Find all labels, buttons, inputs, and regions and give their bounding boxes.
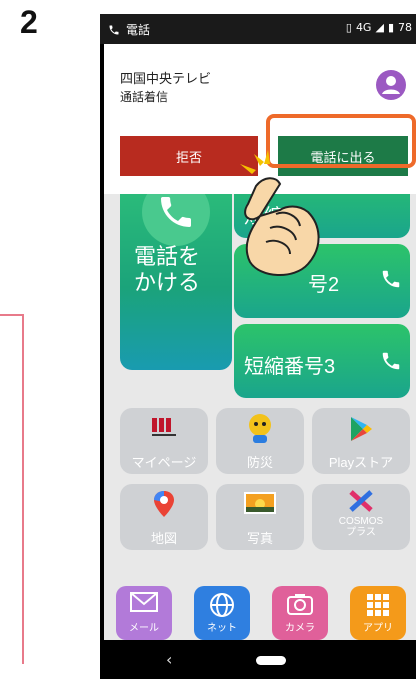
mascot-icon (249, 414, 271, 443)
navigation-bar: ‹ (100, 640, 416, 679)
mail-button[interactable]: メール (116, 586, 172, 640)
map-label: 地図 (150, 531, 177, 546)
apps-label: アプリ (363, 623, 393, 634)
phone-icon (382, 270, 400, 288)
battery-percent: 78 (398, 21, 412, 34)
map-tile[interactable]: 地図 (120, 484, 208, 550)
vibrate-icon: ▯ (345, 21, 352, 34)
step-number: 2 (20, 4, 38, 40)
phone-icon (382, 352, 400, 370)
call-tile[interactable]: 電話を かける (120, 164, 232, 370)
phone-icon (161, 197, 191, 227)
playstore-tile[interactable]: Playストア (312, 408, 410, 474)
camera-label: カメラ (285, 623, 315, 634)
speed-dial-3-label: 短縮番号3 (244, 356, 336, 378)
person-icon (382, 76, 400, 94)
phone-status-icon (109, 25, 119, 34)
signal-icon: ◢ (375, 21, 384, 34)
call-status: 通話着信 (120, 90, 169, 104)
caller-name: 四国中央テレビ (120, 72, 212, 87)
playstore-label: Playストア (328, 455, 394, 470)
call-tile-label: 電話を かける (134, 244, 201, 295)
cosmos-logo-icon (349, 490, 373, 512)
mypage-logo-icon (152, 418, 176, 436)
mypage-tile[interactable]: マイページ (120, 408, 208, 474)
avatar (376, 70, 406, 100)
mail-icon (130, 592, 158, 612)
back-icon[interactable]: ‹ (166, 650, 172, 669)
mail-label: メール (129, 623, 159, 634)
net-button[interactable]: ネット (194, 586, 250, 640)
camera-button[interactable]: カメラ (272, 586, 328, 640)
pointing-hand-icon (240, 150, 320, 277)
disaster-tile[interactable]: 防災 (216, 408, 304, 474)
grid-icon (367, 594, 389, 616)
network-label: 4G (355, 21, 372, 34)
globe-icon (210, 593, 234, 617)
speed-dial-3-tile[interactable]: 短縮番号3 (234, 324, 410, 398)
camera-icon (287, 594, 313, 615)
photo-icon (244, 492, 276, 514)
status-bar: 電話 ▯ 4G ◢ ▮ 78 (100, 14, 416, 44)
instruction-page: 2 電話 ▯ 4G ◢ ▮ 78 電話を かける 号2 短縮番号3 マイページ … (0, 0, 416, 679)
decorative-frame-line (0, 314, 24, 664)
photos-label: 写真 (246, 531, 273, 546)
cosmos-tile[interactable]: COSMOS プラス (312, 484, 410, 550)
home-pill[interactable] (256, 656, 286, 665)
status-app-label: 電話 (126, 23, 151, 37)
net-label: ネット (207, 623, 237, 634)
disaster-label: 防災 (246, 455, 273, 470)
battery-icon: ▮ (387, 21, 394, 34)
cosmos-label: COSMOS プラス (338, 516, 384, 538)
apps-button[interactable]: アプリ (350, 586, 406, 640)
photos-tile[interactable]: 写真 (216, 484, 304, 550)
play-store-icon (351, 417, 372, 441)
map-pin-icon (154, 491, 174, 517)
mypage-label: マイページ (131, 455, 197, 470)
